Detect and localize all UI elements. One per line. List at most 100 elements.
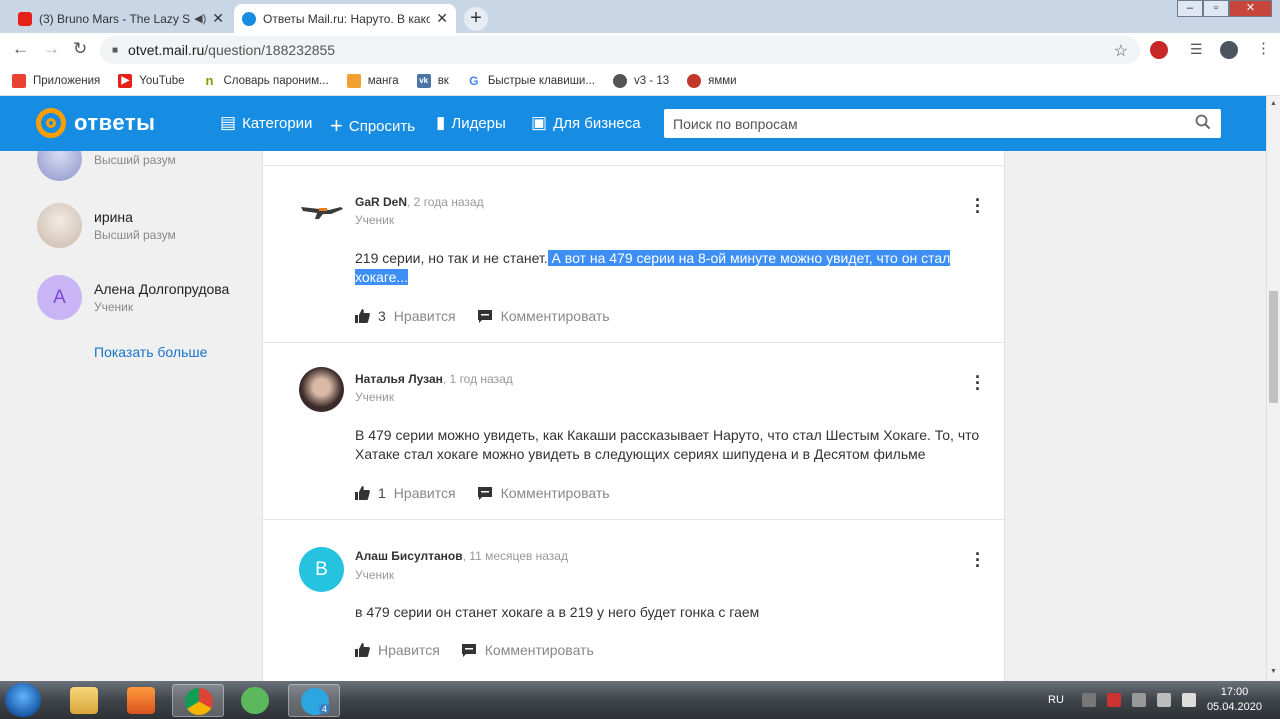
volume-icon[interactable] — [1156, 693, 1171, 707]
nav-categories[interactable]: ▤ Категории — [220, 113, 312, 133]
tab-title: Ответы Mail.ru: Наруто. В какой — [263, 11, 431, 26]
bookmark-item[interactable]: G Быстрые клавиши... — [466, 73, 595, 88]
search-input[interactable] — [673, 115, 1173, 132]
avatar — [299, 187, 344, 232]
answer-author[interactable]: GaR DeN, 2 года назад — [355, 195, 484, 209]
url-host: otvet.mail.ru — [128, 42, 205, 58]
comment-icon[interactable] — [477, 486, 492, 500]
profile-avatar-icon[interactable] — [1220, 41, 1238, 59]
answer-actions: 1 Нравится Комментировать — [355, 485, 610, 501]
leader-item[interactable]: А Алена Долгопрудова Ученик — [37, 275, 229, 320]
answer-author[interactable]: Наталья Лузан, 1 год назад — [355, 372, 513, 386]
thumbs-up-icon[interactable] — [355, 643, 370, 657]
site-logo[interactable]: ответы — [36, 108, 155, 138]
thumbs-up-icon[interactable] — [355, 309, 370, 323]
speaker-icon[interactable]: ◀) — [194, 12, 206, 25]
leader-item[interactable]: Высший разум — [37, 151, 176, 181]
nav-business[interactable]: ▣ Для бизнеса — [531, 113, 641, 133]
signal-icon[interactable] — [1181, 693, 1196, 707]
taskbar-explorer[interactable] — [58, 684, 110, 717]
comment-button[interactable]: Комментировать — [501, 308, 610, 324]
utorrent-icon — [241, 687, 269, 714]
youtube-icon — [18, 11, 32, 26]
scroll-up-icon[interactable]: ▲ — [1270, 100, 1277, 107]
bookmark-item[interactable]: n Словарь пароним... — [202, 73, 329, 88]
show-more-link[interactable]: Показать больше — [94, 344, 207, 360]
close-tab-icon[interactable]: ✕ — [436, 10, 448, 27]
manga-icon — [346, 73, 361, 88]
chrome-menu-icon[interactable]: ⋮ — [1256, 39, 1271, 57]
comment-button[interactable]: Комментировать — [501, 485, 610, 501]
like-button[interactable]: Нравится — [394, 485, 456, 501]
leader-rank: Высший разум — [94, 228, 176, 242]
page-content: Высший разум ирина Высший разум А Алена … — [0, 151, 1266, 681]
like-button[interactable]: Нравится — [394, 308, 456, 324]
windows-start-icon[interactable] — [5, 683, 41, 717]
tab-youtube[interactable]: (3) Bruno Mars - The Lazy Sc ◀) ✕ — [10, 4, 232, 33]
more-options-icon[interactable]: · · · — [975, 368, 981, 398]
network-warning-icon[interactable] — [1106, 693, 1121, 707]
nav-ask[interactable]: + Спросить — [330, 113, 415, 139]
url-path: /question/188232855 — [204, 42, 336, 58]
folder-icon — [70, 687, 98, 714]
bookmark-item[interactable]: ямми — [687, 73, 737, 88]
bookmark-item[interactable]: манга — [346, 73, 399, 88]
tab-otvety[interactable]: Ответы Mail.ru: Наруто. В какой ✕ — [234, 4, 456, 33]
close-window-icon[interactable]: ✕ — [1229, 0, 1272, 17]
comment-button[interactable]: Комментировать — [485, 642, 594, 658]
like-count: 1 — [378, 485, 386, 501]
answer-time: , 1 год назад — [442, 372, 513, 386]
avatar: А — [37, 275, 82, 320]
clock[interactable]: 17:00 05.04.2020 — [1207, 685, 1262, 715]
answers-list: GaR DeN, 2 года назад Ученик · · · 219 сер… — [262, 151, 1005, 681]
lock-icon: ■ — [112, 44, 119, 56]
page-scrollbar[interactable]: ▲ ▼ — [1266, 96, 1280, 681]
new-tab-button[interactable]: + — [464, 7, 488, 31]
minimize-icon[interactable]: – — [1177, 0, 1203, 17]
taskbar-utorrent[interactable] — [229, 684, 281, 717]
bookmark-item[interactable]: v3 - 13 — [612, 73, 669, 88]
forward-arrow-icon[interactable]: → — [43, 39, 60, 59]
search-box — [664, 109, 1221, 138]
comment-icon[interactable] — [477, 309, 492, 323]
taskbar-chrome[interactable] — [172, 684, 224, 717]
bookmark-item[interactable]: Приложения — [12, 73, 100, 88]
more-options-icon[interactable]: · · · — [975, 545, 981, 575]
taskbar-media-player[interactable] — [115, 684, 167, 717]
answer-actions: 3 Нравится Комментировать — [355, 308, 610, 324]
media-control-icon[interactable]: ☰ — [1190, 41, 1203, 58]
close-tab-icon[interactable]: ✕ — [212, 10, 224, 27]
reload-icon[interactable]: ↻ — [73, 39, 87, 59]
bookmark-item[interactable]: ▶ YouTube — [118, 73, 185, 88]
like-button[interactable]: Нравится — [378, 642, 440, 658]
answer-card: Наталья Лузан, 1 год назад Ученик · · · В … — [263, 342, 1004, 519]
bookmark-star-icon[interactable]: ☆ — [1114, 41, 1128, 61]
thumbs-up-icon[interactable] — [355, 486, 370, 500]
more-options-icon[interactable]: · · · — [975, 191, 981, 221]
tray-arrow-icon[interactable] — [1081, 693, 1096, 707]
nav-leaders[interactable]: ▮ Лидеры — [436, 113, 506, 133]
bookmark-item[interactable]: vk вк — [416, 73, 449, 88]
apps-grid-icon — [12, 73, 26, 88]
leaders-sidebar: Высший разум ирина Высший разум А Алена … — [0, 151, 262, 681]
taskbar-telegram[interactable]: 4 — [288, 684, 340, 717]
back-arrow-icon[interactable]: ← — [12, 39, 29, 59]
adblock-extension-icon[interactable] — [1150, 41, 1168, 59]
scrollbar-thumb[interactable] — [1269, 291, 1278, 403]
right-column — [1005, 151, 1266, 681]
telegram-badge: 4 — [319, 704, 331, 714]
search-icon[interactable] — [1195, 114, 1211, 130]
language-indicator[interactable]: RU — [1048, 694, 1064, 706]
author-rank: Ученик — [355, 213, 395, 227]
windows-taskbar: 4 RU 17:00 05.04.2020 — [0, 681, 1280, 719]
clock-time: 17:00 — [1220, 686, 1249, 698]
maximize-icon[interactable]: ▫ — [1203, 0, 1229, 17]
leader-item[interactable]: ирина Высший разум — [37, 203, 176, 248]
answer-author[interactable]: Алаш Бисултанов, 11 месяцев назад — [355, 549, 568, 563]
youtube-icon: ▶ — [118, 73, 133, 88]
battery-icon[interactable] — [1131, 693, 1146, 707]
address-bar[interactable]: ■ otvet.mail.ru/question/188232855 ☆ — [100, 36, 1140, 64]
scroll-down-icon[interactable]: ▼ — [1270, 668, 1277, 675]
answer-card: GaR DeN, 2 года назад Ученик · · · 219 сер… — [263, 165, 1004, 343]
comment-icon[interactable] — [461, 643, 476, 657]
